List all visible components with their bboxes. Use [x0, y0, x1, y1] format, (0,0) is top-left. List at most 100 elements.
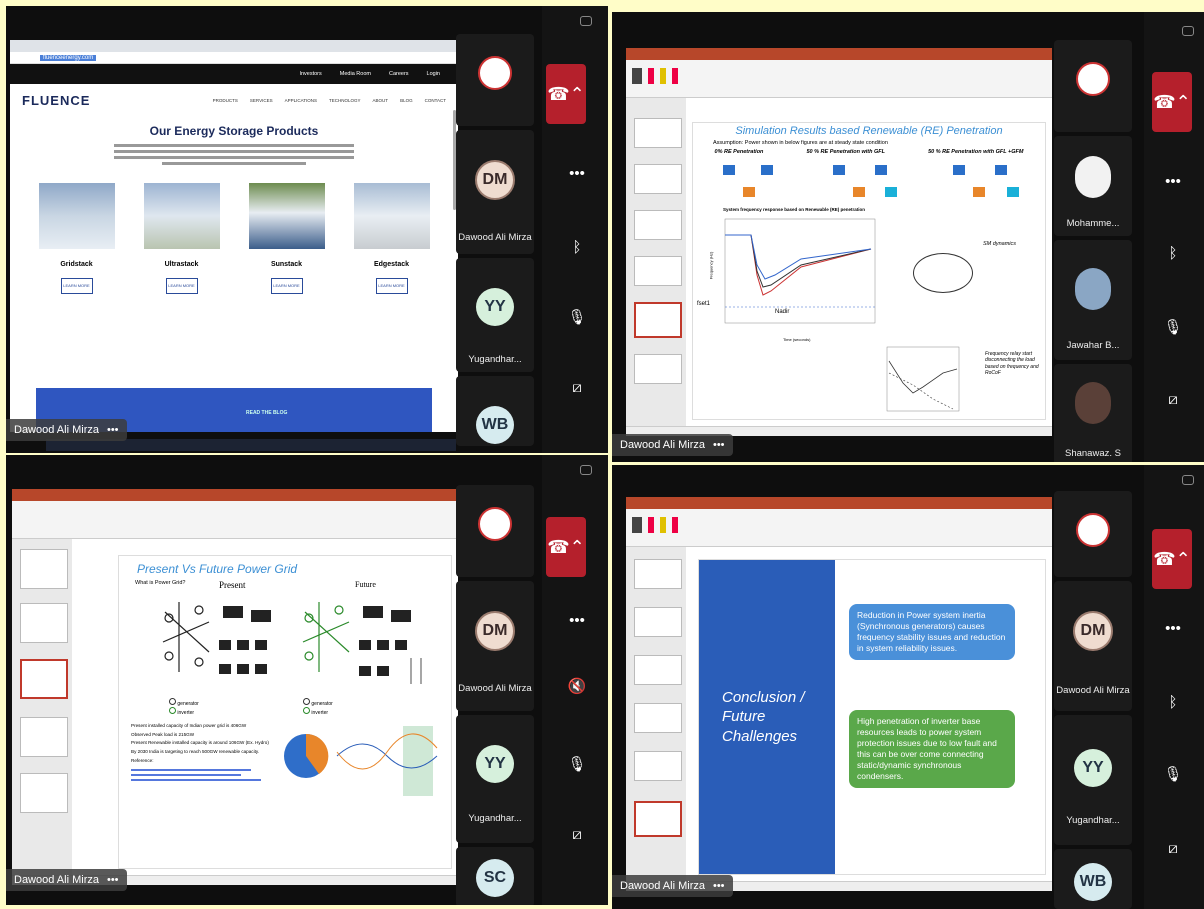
- bluetooth-icon[interactable]: ᛒ: [1154, 234, 1192, 272]
- more-options-icon[interactable]: •••: [107, 874, 119, 886]
- participant-tile-logo[interactable]: [456, 34, 534, 126]
- mic-muted-icon[interactable]: 🎙: [1154, 308, 1192, 346]
- tray-icon[interactable]: [1182, 475, 1194, 485]
- more-button[interactable]: •••: [558, 154, 596, 192]
- participant-tile[interactable]: Mohamme...: [1054, 136, 1132, 236]
- camera-off-icon[interactable]: ⧄: [1154, 380, 1192, 418]
- bluetooth-icon[interactable]: ᛒ: [558, 228, 596, 266]
- url-bar[interactable]: fluenceenergy.com: [40, 54, 97, 61]
- slide-canvas: Simulation Results based Renewable (RE) …: [692, 122, 1046, 420]
- participant-tile[interactable]: YY Yugandhar...: [456, 715, 534, 843]
- nav-contact[interactable]: CONTACT: [425, 98, 446, 103]
- nav-services[interactable]: SERVICES: [250, 98, 273, 103]
- frequency-waveform-chart: [333, 726, 443, 796]
- learn-more-button[interactable]: LEARN MORE: [60, 278, 93, 294]
- product-image[interactable]: [248, 183, 325, 249]
- slide-title: Present Vs Future Power Grid: [137, 562, 298, 576]
- slide-thumbnail[interactable]: [634, 655, 682, 685]
- slide-thumbnail[interactable]: [634, 703, 682, 733]
- hangup-button[interactable]: ☎⌃: [1152, 72, 1192, 132]
- tray-icon[interactable]: [580, 16, 592, 26]
- presenter-name: Dawood Ali Mirza: [620, 439, 705, 451]
- present-label: Present: [219, 580, 246, 590]
- slide-thumbnail[interactable]: [634, 256, 682, 286]
- nav-blog[interactable]: BLOG: [400, 98, 413, 103]
- participant-tile[interactable]: Jawahar B...: [1054, 240, 1132, 360]
- hangup-button[interactable]: ☎⌃: [1152, 529, 1192, 589]
- presenter-chip: Dawood Ali Mirza •••: [612, 875, 733, 897]
- participant-tile-logo[interactable]: [456, 485, 534, 577]
- participant-tile-logo[interactable]: [1054, 491, 1132, 577]
- learn-more-button[interactable]: LEARN MORE: [165, 278, 198, 294]
- conclusion-point-2: High penetration of inverter base resour…: [849, 710, 1015, 789]
- camera-off-icon[interactable]: ⧄: [558, 368, 596, 406]
- nav-media-room[interactable]: Media Room: [340, 71, 371, 77]
- participant-tile[interactable]: YY Yugandhar...: [456, 258, 534, 372]
- nav-applications[interactable]: APPLICATIONS: [285, 98, 317, 103]
- slide-thumbnail[interactable]: [20, 773, 68, 813]
- phone-hangup-icon: ☎⌃: [1153, 91, 1191, 112]
- slide-thumbnail-selected[interactable]: [634, 302, 682, 338]
- slide-thumbnail[interactable]: [20, 717, 68, 757]
- mic-muted-icon[interactable]: 🎙: [558, 745, 596, 783]
- nav-about[interactable]: ABOUT: [373, 98, 389, 103]
- more-button[interactable]: •••: [1154, 609, 1192, 647]
- slide-thumbnail[interactable]: [634, 210, 682, 240]
- conclusion-title-panel: Conclusion / Future Challenges: [699, 560, 835, 874]
- tray-icon[interactable]: [580, 465, 592, 475]
- slide-bullet: Assumption: Power shown in below figures…: [713, 140, 888, 146]
- participant-tile[interactable]: SC: [456, 847, 534, 905]
- product-name-sunstack: Sunstack: [270, 261, 303, 268]
- slide-thumbnail[interactable]: [634, 118, 682, 148]
- nav-products[interactable]: PRODUCTS: [213, 98, 238, 103]
- more-options-icon[interactable]: •••: [107, 424, 119, 436]
- more-button[interactable]: •••: [1154, 162, 1192, 200]
- participant-panel: DM Dawood Ali Mirza YY Yugandhar... SC: [456, 485, 536, 905]
- product-name-gridstack: Gridstack: [60, 261, 93, 268]
- camera-off-icon[interactable]: ⧄: [558, 815, 596, 853]
- camera-off-icon[interactable]: ⧄: [1154, 829, 1192, 867]
- mic-muted-icon[interactable]: 🎙: [558, 298, 596, 336]
- nav-login[interactable]: Login: [427, 71, 440, 77]
- inverter-icon: [303, 707, 310, 714]
- slide-thumbnail[interactable]: [634, 559, 682, 589]
- nav-investors[interactable]: Investors: [299, 71, 321, 77]
- participant-tile[interactable]: YY Yugandhar...: [1054, 715, 1132, 845]
- slide-thumbnail[interactable]: [634, 607, 682, 637]
- participant-tile[interactable]: WB: [1054, 849, 1132, 909]
- slide-thumbnail[interactable]: [634, 164, 682, 194]
- slide-thumbnail-selected[interactable]: [20, 659, 68, 699]
- more-options-icon[interactable]: •••: [713, 439, 725, 451]
- slide-thumbnail[interactable]: [634, 751, 682, 781]
- speaker-muted-icon[interactable]: 🔇: [558, 667, 596, 705]
- participant-tile-logo[interactable]: [1054, 40, 1132, 132]
- slide-thumbnail[interactable]: [20, 549, 68, 589]
- avatar: [1075, 268, 1111, 310]
- mic-muted-icon[interactable]: 🎙: [1154, 755, 1192, 793]
- nav-technology[interactable]: TECHNOLOGY: [329, 98, 361, 103]
- product-image[interactable]: [353, 183, 430, 249]
- slide-thumbnail[interactable]: [634, 354, 682, 384]
- product-image[interactable]: [143, 183, 220, 249]
- shared-screen-powerpoint: Conclusion / Future Challenges Reduction…: [626, 497, 1052, 891]
- fluence-logo[interactable]: FLUENCE: [22, 93, 90, 108]
- hangup-button[interactable]: ☎⌃: [546, 517, 586, 577]
- participant-tile[interactable]: DM Dawood Ali Mirza: [456, 581, 534, 711]
- more-button[interactable]: •••: [558, 601, 596, 639]
- bullet-item: Present Renewable installed capacity is …: [131, 740, 269, 746]
- more-options-icon[interactable]: •••: [713, 880, 725, 892]
- slide-thumbnail[interactable]: [20, 603, 68, 643]
- tray-icon[interactable]: [1182, 26, 1194, 36]
- product-image[interactable]: [38, 183, 115, 249]
- participant-tile[interactable]: WB: [456, 376, 534, 446]
- bluetooth-icon[interactable]: ᛒ: [1154, 683, 1192, 721]
- participant-tile[interactable]: DM Dawood Ali Mirza: [1054, 581, 1132, 711]
- participant-tile[interactable]: Shanawaz. S: [1054, 364, 1132, 462]
- learn-more-button[interactable]: LEARN MORE: [375, 278, 408, 294]
- participant-tile[interactable]: DM Dawood Ali Mirza: [456, 130, 534, 254]
- learn-more-button[interactable]: LEARN MORE: [270, 278, 303, 294]
- hangup-button[interactable]: ☎⌃: [546, 64, 586, 124]
- slide-thumbnail-selected[interactable]: [634, 801, 682, 837]
- site-top-nav: Investors Media Room Careers Login: [10, 64, 458, 84]
- nav-careers[interactable]: Careers: [389, 71, 409, 77]
